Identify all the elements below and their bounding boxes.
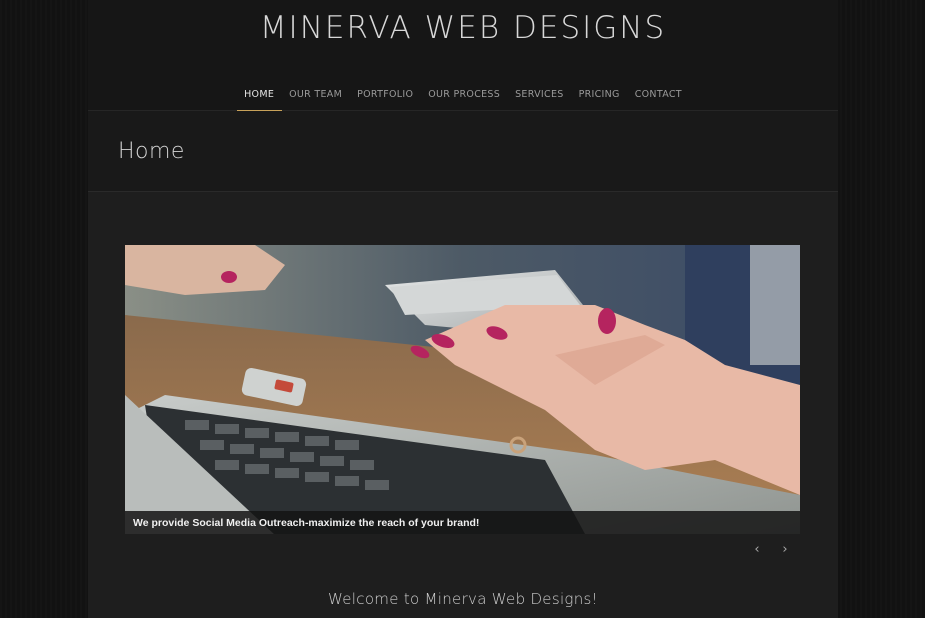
nav-item-services[interactable]: SERVICES bbox=[508, 86, 571, 111]
nav-item-contact[interactable]: CONTACT bbox=[627, 86, 689, 111]
page-title-band: Home bbox=[88, 111, 838, 192]
page-title: Home bbox=[118, 139, 185, 164]
nav-item-home[interactable]: HOME bbox=[236, 86, 282, 111]
nav-item-portfolio[interactable]: PORTFOLIO bbox=[350, 86, 421, 111]
chevron-right-icon[interactable]: › bbox=[780, 542, 790, 557]
main-content: We provide Social Media Outreach-maximiz… bbox=[88, 192, 838, 618]
site-title[interactable]: MINERVA WEB DESIGNS bbox=[88, 10, 838, 46]
chevron-left-icon[interactable]: ‹ bbox=[752, 542, 762, 557]
image-slider[interactable]: We provide Social Media Outreach-maximiz… bbox=[125, 245, 800, 534]
nav-item-our-process[interactable]: OUR PROCESS bbox=[421, 86, 508, 111]
nav-item-our-team[interactable]: OUR TEAM bbox=[282, 86, 350, 111]
page-container: MINERVA WEB DESIGNS HOME OUR TEAM PORTFO… bbox=[88, 0, 838, 618]
welcome-heading: Welcome to Minerva Web Designs! bbox=[328, 590, 598, 608]
slide-caption: We provide Social Media Outreach-maximiz… bbox=[125, 511, 800, 534]
nav-item-pricing[interactable]: PRICING bbox=[571, 86, 627, 111]
site-header: MINERVA WEB DESIGNS HOME OUR TEAM PORTFO… bbox=[88, 0, 838, 111]
main-nav: HOME OUR TEAM PORTFOLIO OUR PROCESS SERV… bbox=[88, 86, 838, 111]
slider-controls: ‹ › bbox=[752, 542, 790, 557]
slide-image bbox=[125, 245, 800, 534]
